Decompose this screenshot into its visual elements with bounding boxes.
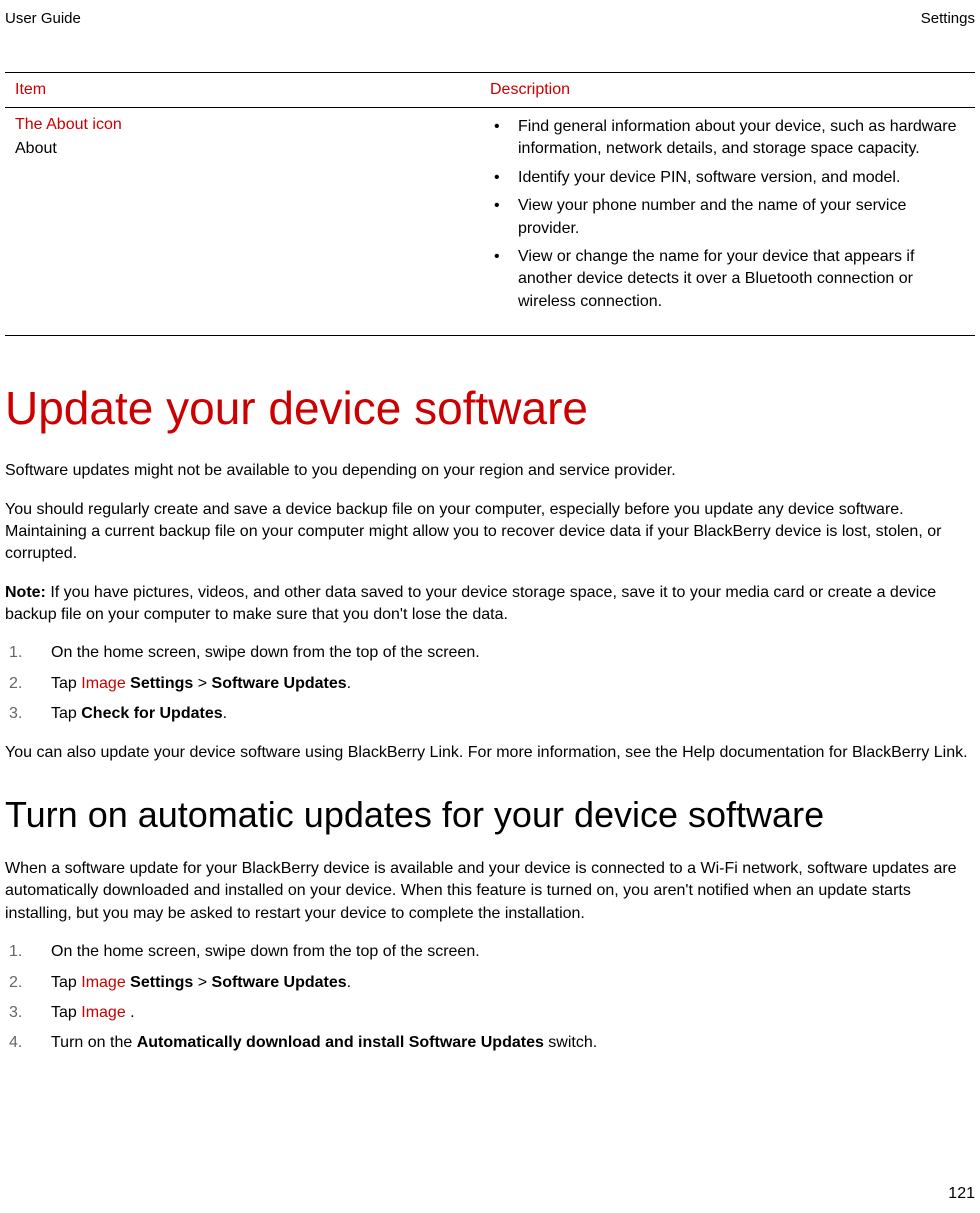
software-updates-label: Software Updates bbox=[212, 675, 347, 692]
list-item: Find general information about your devi… bbox=[490, 116, 965, 161]
list-item: Identify your device PIN, software versi… bbox=[490, 167, 965, 189]
description-list: Find general information about your devi… bbox=[490, 116, 965, 313]
image-placeholder-icon: Image bbox=[81, 974, 125, 991]
table-header-row: Item Description bbox=[5, 73, 975, 108]
image-placeholder-icon: Image bbox=[81, 1004, 125, 1021]
step-text: . bbox=[223, 705, 227, 722]
header-left: User Guide bbox=[5, 10, 81, 27]
step-text: . bbox=[347, 974, 351, 991]
settings-label: Settings bbox=[130, 675, 193, 692]
paragraph: Software updates might not be available … bbox=[5, 460, 975, 482]
cell-item: The About icon About bbox=[15, 116, 490, 319]
note-paragraph: Note: If you have pictures, videos, and … bbox=[5, 582, 975, 627]
about-icon-label: The About icon bbox=[15, 116, 490, 134]
step-item: Tap Image Settings > Software Updates. bbox=[5, 673, 975, 695]
note-text: If you have pictures, videos, and other … bbox=[5, 584, 936, 623]
step-text: > bbox=[193, 675, 211, 692]
step-item: Tap Image Settings > Software Updates. bbox=[5, 972, 975, 994]
image-placeholder-icon: Image bbox=[81, 675, 125, 692]
note-label: Note: bbox=[5, 584, 46, 601]
step-text: switch. bbox=[544, 1034, 597, 1051]
heading-update-software: Update your device software bbox=[5, 381, 975, 435]
cell-description: Find general information about your devi… bbox=[490, 116, 965, 319]
column-header-description: Description bbox=[490, 81, 965, 99]
step-item: Tap Image . bbox=[5, 1002, 975, 1024]
step-item: On the home screen, swipe down from the … bbox=[5, 941, 975, 963]
step-text: Tap bbox=[51, 675, 81, 692]
paragraph: You should regularly create and save a d… bbox=[5, 499, 975, 566]
item-description-table: Item Description The About icon About Fi… bbox=[5, 72, 975, 336]
step-text: . bbox=[126, 1004, 135, 1021]
step-text: Tap bbox=[51, 1004, 81, 1021]
page-header: User Guide Settings bbox=[5, 10, 975, 27]
step-item: On the home screen, swipe down from the … bbox=[5, 642, 975, 664]
software-updates-label: Software Updates bbox=[212, 974, 347, 991]
auto-download-switch-label: Automatically download and install Softw… bbox=[137, 1034, 544, 1051]
steps-list: On the home screen, swipe down from the … bbox=[5, 941, 975, 1055]
paragraph: You can also update your device software… bbox=[5, 742, 975, 764]
step-text: . bbox=[347, 675, 351, 692]
page-number: 121 bbox=[948, 1185, 975, 1203]
step-text: Tap bbox=[51, 705, 81, 722]
step-text: > bbox=[193, 974, 211, 991]
check-for-updates-label: Check for Updates bbox=[81, 705, 222, 722]
about-text: About bbox=[15, 140, 490, 158]
column-header-item: Item bbox=[15, 81, 490, 99]
list-item: View your phone number and the name of y… bbox=[490, 195, 965, 240]
list-item: View or change the name for your device … bbox=[490, 246, 965, 313]
paragraph: When a software update for your BlackBer… bbox=[5, 858, 975, 925]
table-row: The About icon About Find general inform… bbox=[5, 108, 975, 335]
step-item: Tap Check for Updates. bbox=[5, 703, 975, 725]
steps-list: On the home screen, swipe down from the … bbox=[5, 642, 975, 725]
step-item: Turn on the Automatically download and i… bbox=[5, 1032, 975, 1054]
header-right: Settings bbox=[921, 10, 975, 27]
heading-automatic-updates: Turn on automatic updates for your devic… bbox=[5, 794, 975, 836]
step-text: Turn on the bbox=[51, 1034, 137, 1051]
step-text: Tap bbox=[51, 974, 81, 991]
settings-label: Settings bbox=[130, 974, 193, 991]
